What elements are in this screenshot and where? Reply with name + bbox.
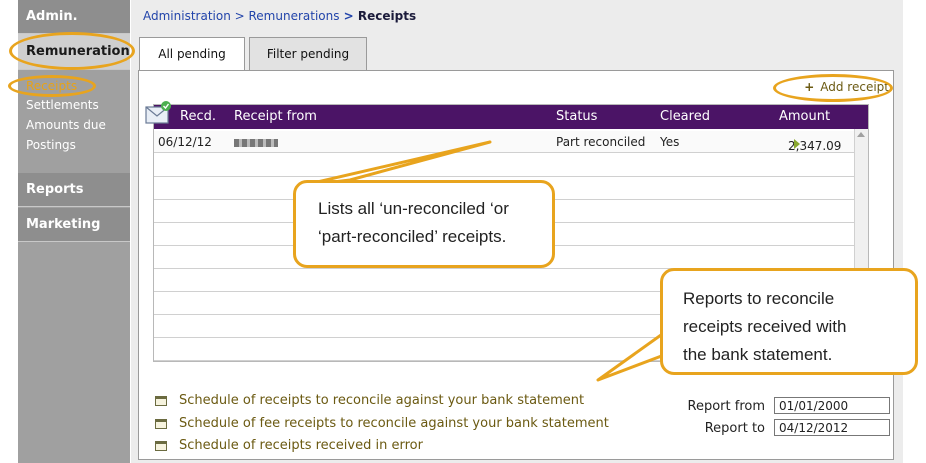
report-to-label: Report to xyxy=(704,421,765,436)
arrow-right-icon[interactable] xyxy=(794,139,800,149)
report-link-label: Schedule of receipts received in error xyxy=(179,438,423,453)
callout-lists-unreconciled: Lists all ‘un-reconciled ‘or ‘part-recon… xyxy=(293,180,555,268)
redacted-name xyxy=(234,139,278,147)
sidebar-item-settlements[interactable]: Settlements xyxy=(26,98,99,112)
report-link-receipts-reconcile[interactable]: Schedule of receipts to reconcile agains… xyxy=(155,393,584,408)
breadcrumb: Administration > Remunerations > Receipt… xyxy=(143,9,416,23)
report-link-label: Schedule of fee receipts to reconcile ag… xyxy=(179,416,609,431)
cell-recd: 06/12/12 xyxy=(158,135,212,149)
column-header-cleared[interactable]: Cleared xyxy=(660,109,710,124)
report-from-field[interactable] xyxy=(774,397,890,414)
callout-reports-reconcile: Reports to reconcile receipts received w… xyxy=(660,268,918,375)
plus-icon: + xyxy=(804,80,815,94)
column-header-recd[interactable]: Recd. xyxy=(180,109,216,124)
sidebar-item-receipts[interactable]: Receipts xyxy=(26,79,77,93)
breadcrumb-current: Receipts xyxy=(357,9,417,23)
table-header: Recd. Receipt from Status Cleared Amount xyxy=(154,105,868,129)
printer-icon xyxy=(155,418,167,429)
cell-cleared: Yes xyxy=(660,135,680,149)
scroll-up-icon[interactable] xyxy=(857,132,865,137)
column-header-receipt-from[interactable]: Receipt from xyxy=(234,109,317,124)
sidebar-item-postings[interactable]: Postings xyxy=(26,138,76,152)
column-header-status[interactable]: Status xyxy=(556,109,597,124)
sidebar: Admin. Remuneration Receipts Settlements… xyxy=(18,0,130,463)
callout-line: Lists all ‘un-reconciled ‘or xyxy=(318,199,509,218)
callout-line: the bank statement. xyxy=(683,345,833,364)
report-link-receipts-in-error[interactable]: Schedule of receipts received in error xyxy=(155,438,423,453)
printer-icon xyxy=(155,395,167,406)
add-receipt-button[interactable]: + Add receipt xyxy=(804,80,889,94)
sidebar-item-amounts-due[interactable]: Amounts due xyxy=(26,118,106,132)
tab-filter-pending[interactable]: Filter pending xyxy=(249,37,367,70)
breadcrumb-separator: > xyxy=(339,9,358,23)
column-header-amount[interactable]: Amount xyxy=(779,109,830,124)
report-to-field[interactable] xyxy=(774,419,890,436)
report-from-label: Report from xyxy=(687,399,765,414)
sidebar-section-marketing[interactable]: Marketing xyxy=(18,208,130,242)
sidebar-section-reports[interactable]: Reports xyxy=(18,173,130,207)
callout-line: receipts received with xyxy=(683,317,847,336)
table-row[interactable]: 06/12/12 Part reconciled Yes 2,347.09 xyxy=(154,131,854,153)
callout-line: ‘part-reconciled’ receipts. xyxy=(318,227,507,246)
envelope-icon xyxy=(145,101,171,124)
breadcrumb-administration[interactable]: Administration xyxy=(143,9,231,23)
printer-icon xyxy=(155,440,167,451)
breadcrumb-separator: > xyxy=(230,9,249,23)
report-link-label: Schedule of receipts to reconcile agains… xyxy=(179,393,585,408)
cell-status: Part reconciled xyxy=(556,135,646,149)
sidebar-section-remuneration[interactable]: Remuneration xyxy=(18,34,130,70)
table-row xyxy=(154,155,854,177)
tab-all-pending[interactable]: All pending xyxy=(139,37,245,71)
report-link-fee-receipts-reconcile[interactable]: Schedule of fee receipts to reconcile ag… xyxy=(155,416,609,431)
sidebar-section-admin[interactable]: Admin. xyxy=(18,0,130,34)
breadcrumb-remunerations[interactable]: Remunerations xyxy=(249,9,340,23)
add-receipt-label: Add receipt xyxy=(820,80,889,94)
callout-line: Reports to reconcile xyxy=(683,289,835,308)
